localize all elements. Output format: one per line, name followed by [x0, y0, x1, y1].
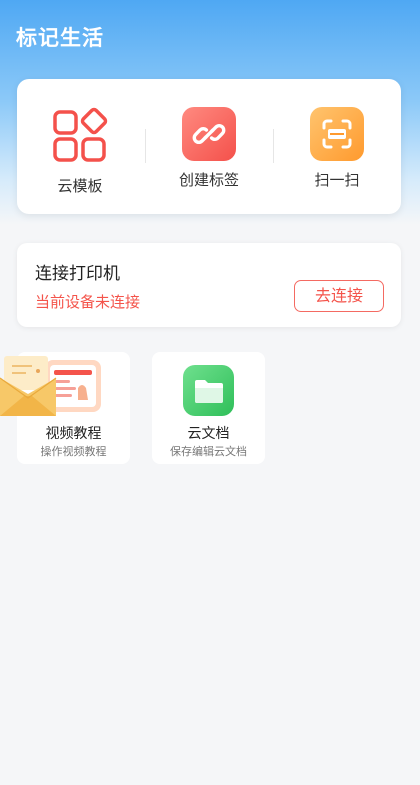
divider [273, 129, 274, 163]
quick-action-label: 创建标签 [178, 171, 239, 189]
video-tutorial-icon [0, 0, 110, 429]
divider [145, 129, 146, 163]
link-icon [182, 107, 236, 161]
quick-action-scan[interactable]: 扫一扫 [282, 107, 392, 197]
quick-action-label: 扫一扫 [314, 171, 360, 189]
scan-icon [310, 107, 364, 161]
feature-card-cloud-docs[interactable]: 云文档 保存编辑云文档 [152, 352, 265, 464]
feature-subtitle: 操作视频教程 [40, 445, 107, 458]
feature-subtitle: 保存编辑云文档 [170, 445, 247, 458]
connect-button[interactable]: 去连接 [294, 280, 384, 312]
quick-action-create-label[interactable]: 创建标签 [154, 107, 264, 197]
feature-title: 云文档 [187, 426, 230, 442]
folder-icon [183, 365, 234, 416]
